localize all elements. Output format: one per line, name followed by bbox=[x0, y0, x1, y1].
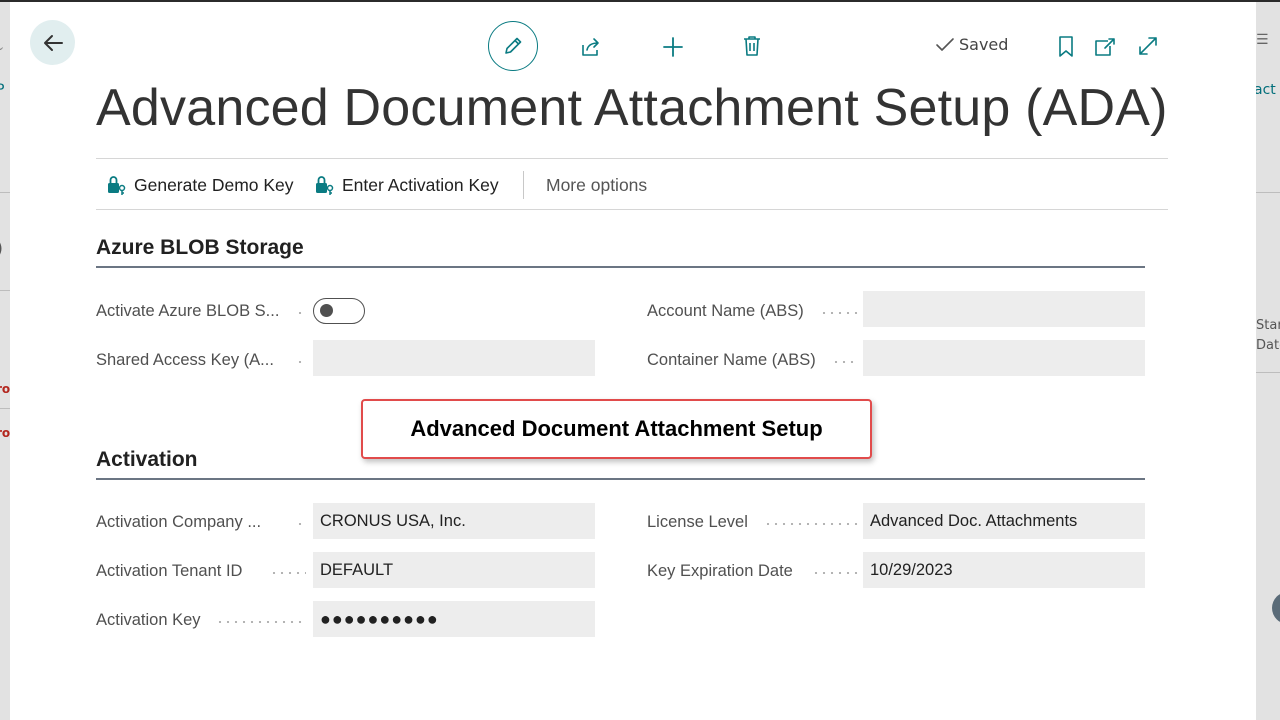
activation-company-input[interactable]: CRONUS USA, Inc. bbox=[313, 503, 595, 539]
pencil-icon bbox=[505, 37, 522, 54]
hamburger-icon: ☰ bbox=[1256, 32, 1269, 48]
toggle-knob bbox=[320, 304, 333, 317]
background-text-fragment: ro bbox=[0, 382, 10, 396]
new-button[interactable] bbox=[660, 34, 686, 60]
generate-demo-key-label: Generate Demo Key bbox=[134, 174, 294, 195]
edit-button[interactable] bbox=[488, 21, 538, 71]
background-text-fragment: ro bbox=[0, 426, 10, 440]
setup-card-panel: Saved Advanced Document Attachment Setup… bbox=[10, 2, 1256, 720]
expand-icon bbox=[1139, 37, 1157, 55]
saved-label: Saved bbox=[959, 35, 1009, 54]
enter-activation-key-label: Enter Activation Key bbox=[342, 174, 499, 195]
field-leader-dots bbox=[216, 621, 306, 623]
background-floating-button bbox=[1272, 592, 1280, 624]
background-divider bbox=[0, 290, 10, 291]
background-divider bbox=[0, 408, 10, 409]
field-leader-dots bbox=[820, 312, 858, 314]
field-leader-dots bbox=[296, 361, 306, 363]
field-leader-dots bbox=[812, 572, 858, 574]
activation-key-input[interactable]: ●●●●●●●●●● bbox=[313, 601, 595, 637]
background-text-fragment: act bbox=[1256, 82, 1276, 98]
background-page-right: ☰ act Star Date bbox=[1256, 2, 1280, 720]
action-bar-separator bbox=[523, 171, 524, 199]
open-new-window-button[interactable] bbox=[1092, 34, 1118, 60]
field-label-key-expiration-date: Key Expiration Date bbox=[647, 562, 793, 580]
field-label-license-level: License Level bbox=[647, 513, 748, 531]
key-lock-icon bbox=[108, 176, 126, 195]
generate-demo-key-button[interactable]: Generate Demo Key bbox=[106, 159, 294, 211]
activation-tenant-id-input[interactable]: DEFAULT bbox=[313, 552, 595, 588]
annotation-callout: Advanced Document Attachment Setup bbox=[361, 399, 872, 459]
field-label-activation-company: Activation Company ... bbox=[96, 513, 262, 531]
trash-icon bbox=[744, 36, 760, 56]
background-divider bbox=[0, 192, 10, 193]
field-leader-dots bbox=[764, 523, 858, 525]
background-divider bbox=[1256, 372, 1280, 373]
field-label-activation-tenant-id: Activation Tenant ID bbox=[96, 562, 243, 580]
field-label-activate-azure-blob: Activate Azure BLOB S... bbox=[96, 302, 280, 320]
shared-access-key-input[interactable] bbox=[313, 340, 595, 376]
activate-azure-blob-toggle[interactable] bbox=[313, 298, 365, 324]
background-text-fragment: Date bbox=[1256, 338, 1280, 353]
chevron-down-icon: ⌄ bbox=[0, 40, 6, 53]
field-label-account-name: Account Name (ABS) bbox=[647, 302, 804, 320]
background-text-fragment: P bbox=[0, 82, 5, 98]
field-label-shared-access-key: Shared Access Key (A... bbox=[96, 351, 274, 369]
enter-activation-key-button[interactable]: Enter Activation Key bbox=[314, 159, 499, 211]
field-leader-dots bbox=[296, 523, 306, 525]
key-lock-icon bbox=[316, 176, 334, 195]
share-button[interactable] bbox=[578, 34, 604, 60]
section-divider bbox=[96, 266, 1145, 268]
more-options-button[interactable]: More options bbox=[546, 159, 647, 211]
bookmark-button[interactable] bbox=[1054, 34, 1078, 60]
page-title: Advanced Document Attachment Setup (ADA) bbox=[96, 79, 1168, 137]
section-title-activation[interactable]: Activation bbox=[96, 448, 198, 472]
account-name-input[interactable] bbox=[863, 291, 1145, 327]
background-text-fragment: ) bbox=[0, 238, 3, 259]
bookmark-icon bbox=[1059, 36, 1073, 57]
field-leader-dots bbox=[296, 312, 306, 314]
action-bar: Generate Demo Key Enter Activation Key M… bbox=[96, 158, 1168, 210]
arrow-left-icon bbox=[43, 34, 63, 51]
saved-status: Saved bbox=[935, 35, 1008, 54]
share-icon bbox=[582, 38, 599, 56]
background-divider bbox=[1256, 192, 1280, 193]
section-title-azure-blob-storage[interactable]: Azure BLOB Storage bbox=[96, 236, 304, 260]
plus-icon bbox=[663, 37, 683, 57]
license-level-input[interactable]: Advanced Doc. Attachments bbox=[863, 503, 1145, 539]
section-divider bbox=[96, 478, 1145, 480]
field-leader-dots bbox=[270, 572, 306, 574]
field-label-container-name: Container Name (ABS) bbox=[647, 351, 816, 369]
back-button[interactable] bbox=[30, 20, 75, 65]
checkmark-icon bbox=[936, 37, 954, 51]
field-label-activation-key: Activation Key bbox=[96, 611, 201, 629]
expand-button[interactable] bbox=[1135, 33, 1161, 59]
background-text-fragment: Star bbox=[1256, 318, 1280, 333]
field-leader-dots bbox=[832, 361, 858, 363]
container-name-input[interactable] bbox=[863, 340, 1145, 376]
background-page-left: ⌄ P ) ro ro bbox=[0, 2, 10, 720]
key-expiration-date-input[interactable]: 10/29/2023 bbox=[863, 552, 1145, 588]
delete-button[interactable] bbox=[739, 33, 765, 59]
open-in-new-window-icon bbox=[1095, 38, 1115, 56]
